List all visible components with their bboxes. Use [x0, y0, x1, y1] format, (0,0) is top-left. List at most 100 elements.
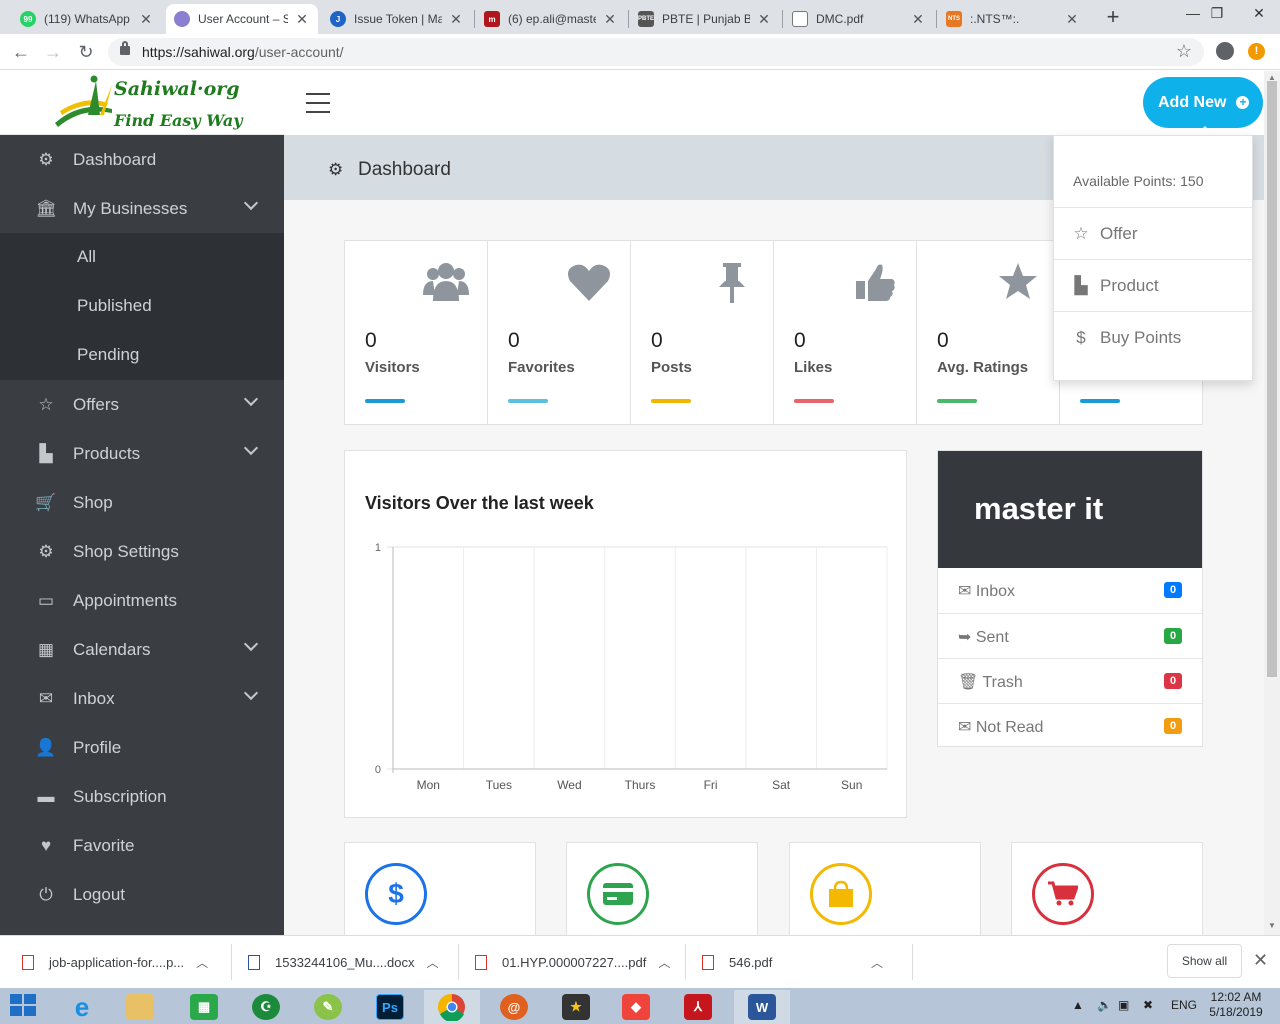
stat-card-likes: 0 Likes: [774, 241, 917, 424]
download-item[interactable]: 01.HYP.000007227....pdf ︿: [475, 946, 670, 978]
x-tick-label: Mon: [417, 778, 440, 792]
sidebar-item-calendars[interactable]: ▦ Calendars: [0, 625, 284, 674]
address-bar[interactable]: https://sahiwal.org/user-account/ ☆: [108, 38, 1204, 66]
browser-tab[interactable]: J Issue Token | Ma ✕: [322, 4, 472, 34]
close-icon[interactable]: ✕: [138, 11, 154, 28]
site-logo[interactable]: Sahiwal·org Find Easy Way: [0, 71, 284, 135]
reload-button[interactable]: ↻: [73, 40, 99, 64]
start-button[interactable]: [10, 994, 38, 1018]
new-tab-button[interactable]: +: [1100, 5, 1126, 31]
tab-title: (6) ep.ali@maste: [508, 12, 596, 26]
browser-tab[interactable]: 99 (119) WhatsApp ✕: [12, 4, 162, 34]
word-file-icon: [248, 954, 260, 970]
taskbar-app[interactable]: ☪: [238, 990, 294, 1024]
sidebar-item-inbox[interactable]: ✉ Inbox: [0, 674, 284, 723]
browser-tab[interactable]: PBTE PBTE | Punjab Bo ✕: [630, 4, 780, 34]
sidebar-item-profile[interactable]: 👤 Profile: [0, 723, 284, 772]
sidebar-item-label: Offers: [73, 394, 119, 414]
taskbar-acrobat[interactable]: ⅄: [670, 990, 726, 1024]
store-icon: ▦: [190, 994, 218, 1020]
sidebar-item-label: My Businesses: [73, 198, 188, 218]
show-all-button[interactable]: Show all: [1167, 944, 1242, 978]
close-window-button[interactable]: ✕: [1238, 0, 1280, 30]
mail-row-label: Trash: [982, 674, 1023, 691]
pdf-file-icon: [475, 954, 487, 970]
download-item[interactable]: 546.pdf ︿: [702, 946, 883, 978]
submenu-item-published[interactable]: Published: [77, 296, 152, 316]
dropdown-item-offer[interactable]: ☆ Offer: [1054, 207, 1252, 259]
sidebar-item-products[interactable]: ▙ Products: [0, 429, 284, 478]
chevron-up-icon[interactable]: ︿: [871, 954, 883, 971]
taskbar-app[interactable]: ★: [548, 990, 604, 1024]
close-icon[interactable]: ✕: [602, 11, 618, 28]
page-scrollbar[interactable]: ▲ ▼: [1264, 71, 1280, 935]
folder-icon: [126, 994, 154, 1020]
browser-tab-active[interactable]: User Account – S ✕: [166, 4, 318, 34]
add-new-button[interactable]: Add New +: [1143, 77, 1263, 128]
sidebar-item-logout[interactable]: ⏻ Logout: [0, 870, 284, 919]
scroll-down-icon[interactable]: ▼: [1268, 921, 1276, 930]
network-icon[interactable]: ▣: [1118, 998, 1129, 1012]
taskbar-app[interactable]: ✎: [300, 990, 356, 1024]
chevron-up-icon[interactable]: ︿: [427, 954, 439, 971]
back-button[interactable]: ←: [8, 40, 34, 64]
chevron-up-icon[interactable]: ︿: [658, 954, 670, 971]
taskbar-anydesk[interactable]: ◆: [608, 990, 664, 1024]
close-icon[interactable]: ✕: [1253, 950, 1268, 971]
language-indicator[interactable]: ENG: [1171, 998, 1197, 1012]
taskbar-store[interactable]: ▦: [176, 990, 232, 1024]
taskbar-app[interactable]: @: [486, 990, 542, 1024]
sidebar-item-shop-settings[interactable]: ⚙ Shop Settings: [0, 527, 284, 576]
taskbar-explorer[interactable]: [112, 990, 168, 1024]
cart-card: [1011, 842, 1203, 935]
submenu-item-pending[interactable]: Pending: [77, 345, 139, 365]
download-filename: 546.pdf: [729, 954, 773, 970]
close-icon[interactable]: ✕: [756, 11, 772, 28]
mail-row-not-read[interactable]: ✉ Not Read 0: [938, 703, 1202, 748]
chevron-up-icon[interactable]: ︿: [196, 954, 208, 971]
bookmark-star-icon[interactable]: ☆: [1176, 41, 1192, 62]
browser-tab[interactable]: m (6) ep.ali@maste ✕: [476, 4, 626, 34]
account-icon[interactable]: [1216, 42, 1234, 60]
x-tick-label: Fri: [704, 778, 718, 792]
hamburger-menu-icon[interactable]: [306, 93, 330, 113]
close-icon[interactable]: ✕: [294, 11, 310, 28]
download-item[interactable]: 1533244106_Mu....docx ︿: [248, 946, 439, 978]
sidebar-item-dashboard[interactable]: ⚙ Dashboard: [0, 135, 284, 184]
forward-button[interactable]: →: [40, 40, 66, 64]
mail-row-inbox[interactable]: ✉ Inbox 0: [938, 568, 1202, 613]
taskbar-photoshop[interactable]: Ps: [362, 990, 418, 1024]
browser-tab[interactable]: NTS :.NTS™:. ✕: [938, 4, 1088, 34]
taskbar-word[interactable]: W: [734, 990, 790, 1024]
stat-label: Likes: [794, 359, 833, 376]
show-hidden-icons[interactable]: ▲: [1072, 998, 1084, 1012]
add-new-dropdown: Available Points: 150 ☆ Offer ▙ Product …: [1053, 135, 1253, 381]
download-item[interactable]: job-application-for....p... ︿: [22, 946, 208, 978]
update-alert-icon[interactable]: !: [1248, 43, 1265, 60]
taskbar-chrome[interactable]: [424, 990, 480, 1024]
dropdown-item-product[interactable]: ▙ Product: [1054, 259, 1252, 311]
dropdown-item-buy-points[interactable]: $ Buy Points: [1054, 311, 1252, 363]
mail-row-sent[interactable]: ➥ Sent 0: [938, 613, 1202, 658]
browser-tab[interactable]: DMC.pdf ✕: [784, 4, 934, 34]
close-icon[interactable]: ✕: [448, 11, 464, 28]
sidebar-item-label: Shop Settings: [73, 541, 179, 561]
restore-button[interactable]: ❐: [1196, 0, 1238, 30]
sidebar-item-shop[interactable]: 🛒 Shop: [0, 478, 284, 527]
sidebar-item-my-businesses[interactable]: 🏛 My Businesses: [0, 184, 284, 233]
tab-title: User Account – S: [198, 12, 288, 26]
action-center-icon[interactable]: ✖: [1143, 998, 1153, 1012]
sidebar-item-offers[interactable]: ☆ Offers: [0, 380, 284, 429]
sidebar-item-subscription[interactable]: ▬ Subscription: [0, 772, 284, 821]
volume-icon[interactable]: 🔈: [1097, 998, 1112, 1012]
close-icon[interactable]: ✕: [1064, 11, 1080, 28]
mail-row-trash[interactable]: 🗑 Trash 0: [938, 658, 1202, 703]
chevron-down-icon: [243, 440, 259, 456]
close-icon[interactable]: ✕: [910, 11, 926, 28]
submenu-item-all[interactable]: All: [77, 247, 96, 267]
system-clock[interactable]: 12:02 AM 5/18/2019: [1207, 990, 1265, 1020]
sidebar-item-appointments[interactable]: ▭ Appointments: [0, 576, 284, 625]
scrollbar-thumb[interactable]: [1267, 81, 1277, 677]
taskbar-ie[interactable]: e: [54, 990, 110, 1024]
sidebar-item-favorite[interactable]: ♥ Favorite: [0, 821, 284, 870]
